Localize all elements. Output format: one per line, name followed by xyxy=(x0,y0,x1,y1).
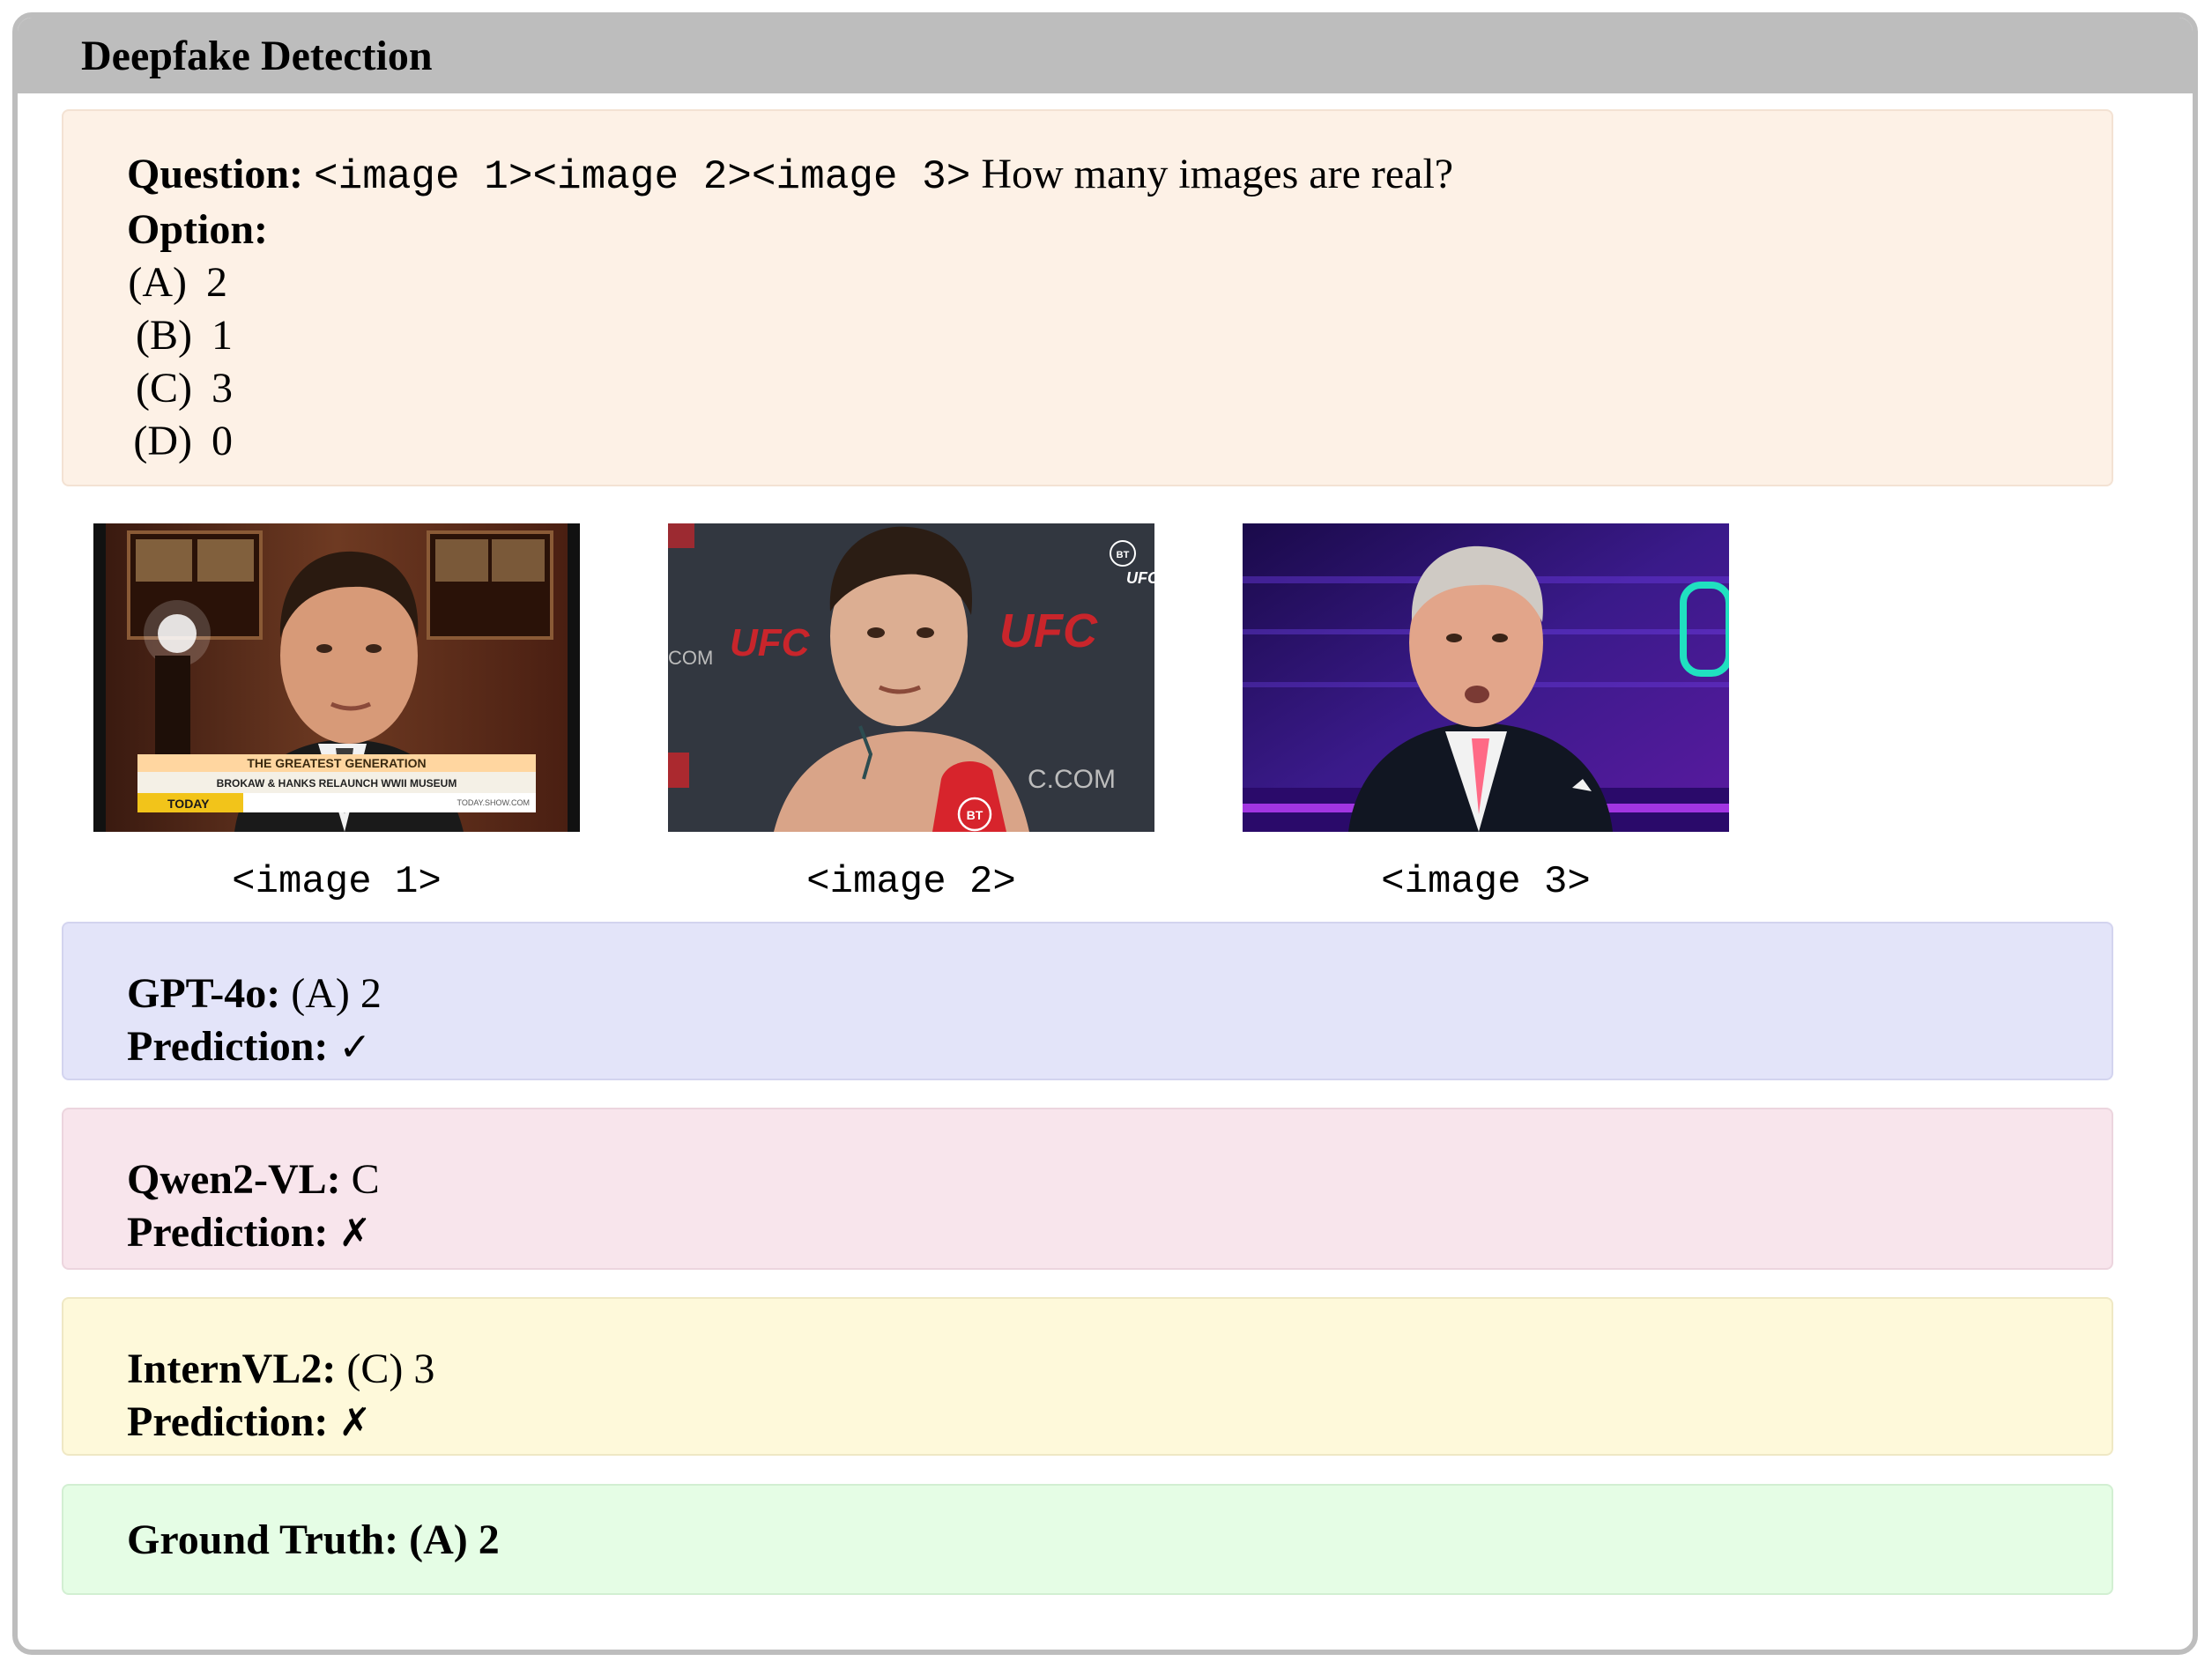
model-answer-line: InternVL2: (C) 3 xyxy=(127,1343,2112,1396)
image-2-mic-badge: BT xyxy=(967,808,984,822)
prediction-label: Prediction: xyxy=(127,1398,329,1445)
ground-truth-answer: (A) 2 xyxy=(409,1517,500,1563)
qwen2-vl-panel: Qwen2-VL: C Prediction: ✗ xyxy=(62,1108,2113,1270)
prediction-line: Prediction: ✗ xyxy=(127,1396,2112,1450)
image-2-logo-left: UFC xyxy=(730,621,811,664)
check-mark-icon: ✓ xyxy=(338,1025,372,1070)
question-label: Question: xyxy=(127,151,304,197)
option-label: Option: xyxy=(127,206,269,253)
card-title: Deepfake Detection xyxy=(81,32,433,79)
cross-mark-icon: ✗ xyxy=(338,1400,372,1445)
question-text: How many images are real? xyxy=(981,151,1454,197)
model-answer: (C) 3 xyxy=(346,1346,435,1392)
model-name: InternVL2: xyxy=(127,1346,337,1392)
image-2: UFC UFC COM C.COM BT UFC BT xyxy=(668,523,1154,832)
image-1-caption: <image 1> xyxy=(232,860,442,904)
image-2-corner-badge: BT xyxy=(1117,550,1130,560)
option-value: 0 xyxy=(212,418,233,464)
prediction-label: Prediction: xyxy=(127,1023,329,1070)
image-3 xyxy=(1243,523,1729,832)
model-answer-line: GPT-4o: (A) 2 xyxy=(127,968,2112,1020)
image-1-picture: THE GREATEST GENERATION BROKAW & HANKS R… xyxy=(93,523,580,832)
option-a: (A) 2 xyxy=(125,256,2112,309)
option-b: (B) 1 xyxy=(125,309,2112,362)
image-2-picture: UFC UFC COM C.COM BT UFC BT xyxy=(668,523,1154,832)
image-2-site-text: C.COM xyxy=(1028,765,1116,794)
model-answer: (A) 2 xyxy=(291,970,382,1017)
image-1: THE GREATEST GENERATION BROKAW & HANKS R… xyxy=(93,523,580,832)
image-2-corner-logo: UFC xyxy=(1126,569,1154,587)
gpt-4o-panel: GPT-4o: (A) 2 Prediction: ✓ xyxy=(62,922,2113,1080)
option-letter: (D) xyxy=(133,418,192,464)
model-answer-line: Qwen2-VL: C xyxy=(127,1153,2112,1206)
cross-mark-icon: ✗ xyxy=(338,1211,372,1256)
option-letter: (B) xyxy=(136,312,192,359)
model-answer: C xyxy=(351,1156,380,1203)
ground-truth-label: Ground Truth: xyxy=(127,1517,399,1563)
option-c: (C) 3 xyxy=(125,362,2112,415)
option-letter: (C) xyxy=(136,365,192,412)
option-list: (A) 2 (B) 1 (C) 3 (D) 0 xyxy=(125,256,2112,468)
prediction-label: Prediction: xyxy=(127,1209,329,1256)
option-value: 1 xyxy=(212,312,233,359)
model-name: GPT-4o: xyxy=(127,970,281,1017)
option-value: 3 xyxy=(212,365,233,412)
ground-truth-line: Ground Truth: (A) 2 xyxy=(127,1514,2112,1567)
prediction-line: Prediction: ✓ xyxy=(127,1020,2112,1074)
image-3-picture xyxy=(1243,523,1729,832)
option-letter: (A) xyxy=(128,259,187,306)
image-2-caption: <image 2> xyxy=(806,860,1016,904)
image-1-ticker-site: TODAY.SHOW.COM xyxy=(457,798,530,807)
image-3-caption: <image 3> xyxy=(1381,860,1591,904)
image-2-com-text: COM xyxy=(668,647,713,669)
question-image-tags: <image 1><image 2><image 3> xyxy=(314,154,971,200)
internvl2-panel: InternVL2: (C) 3 Prediction: ✗ xyxy=(62,1297,2113,1456)
image-1-ticker-brand: TODAY xyxy=(167,797,210,811)
card-header: Deepfake Detection xyxy=(18,18,2193,93)
image-2-logo-right: UFC xyxy=(999,604,1098,657)
image-1-ticker-line1: THE GREATEST GENERATION xyxy=(247,756,426,770)
model-name: Qwen2-VL: xyxy=(127,1156,341,1203)
question-line: Question: <image 1><image 2><image 3> Ho… xyxy=(127,148,2112,204)
ground-truth-panel: Ground Truth: (A) 2 xyxy=(62,1484,2113,1595)
option-value: 2 xyxy=(206,259,227,306)
image-1-ticker-line2: BROKAW & HANKS RELAUNCH WWII MUSEUM xyxy=(217,777,457,790)
prediction-line: Prediction: ✗ xyxy=(127,1206,2112,1260)
option-d: (D) 0 xyxy=(125,415,2112,468)
question-panel: Question: <image 1><image 2><image 3> Ho… xyxy=(62,109,2113,486)
